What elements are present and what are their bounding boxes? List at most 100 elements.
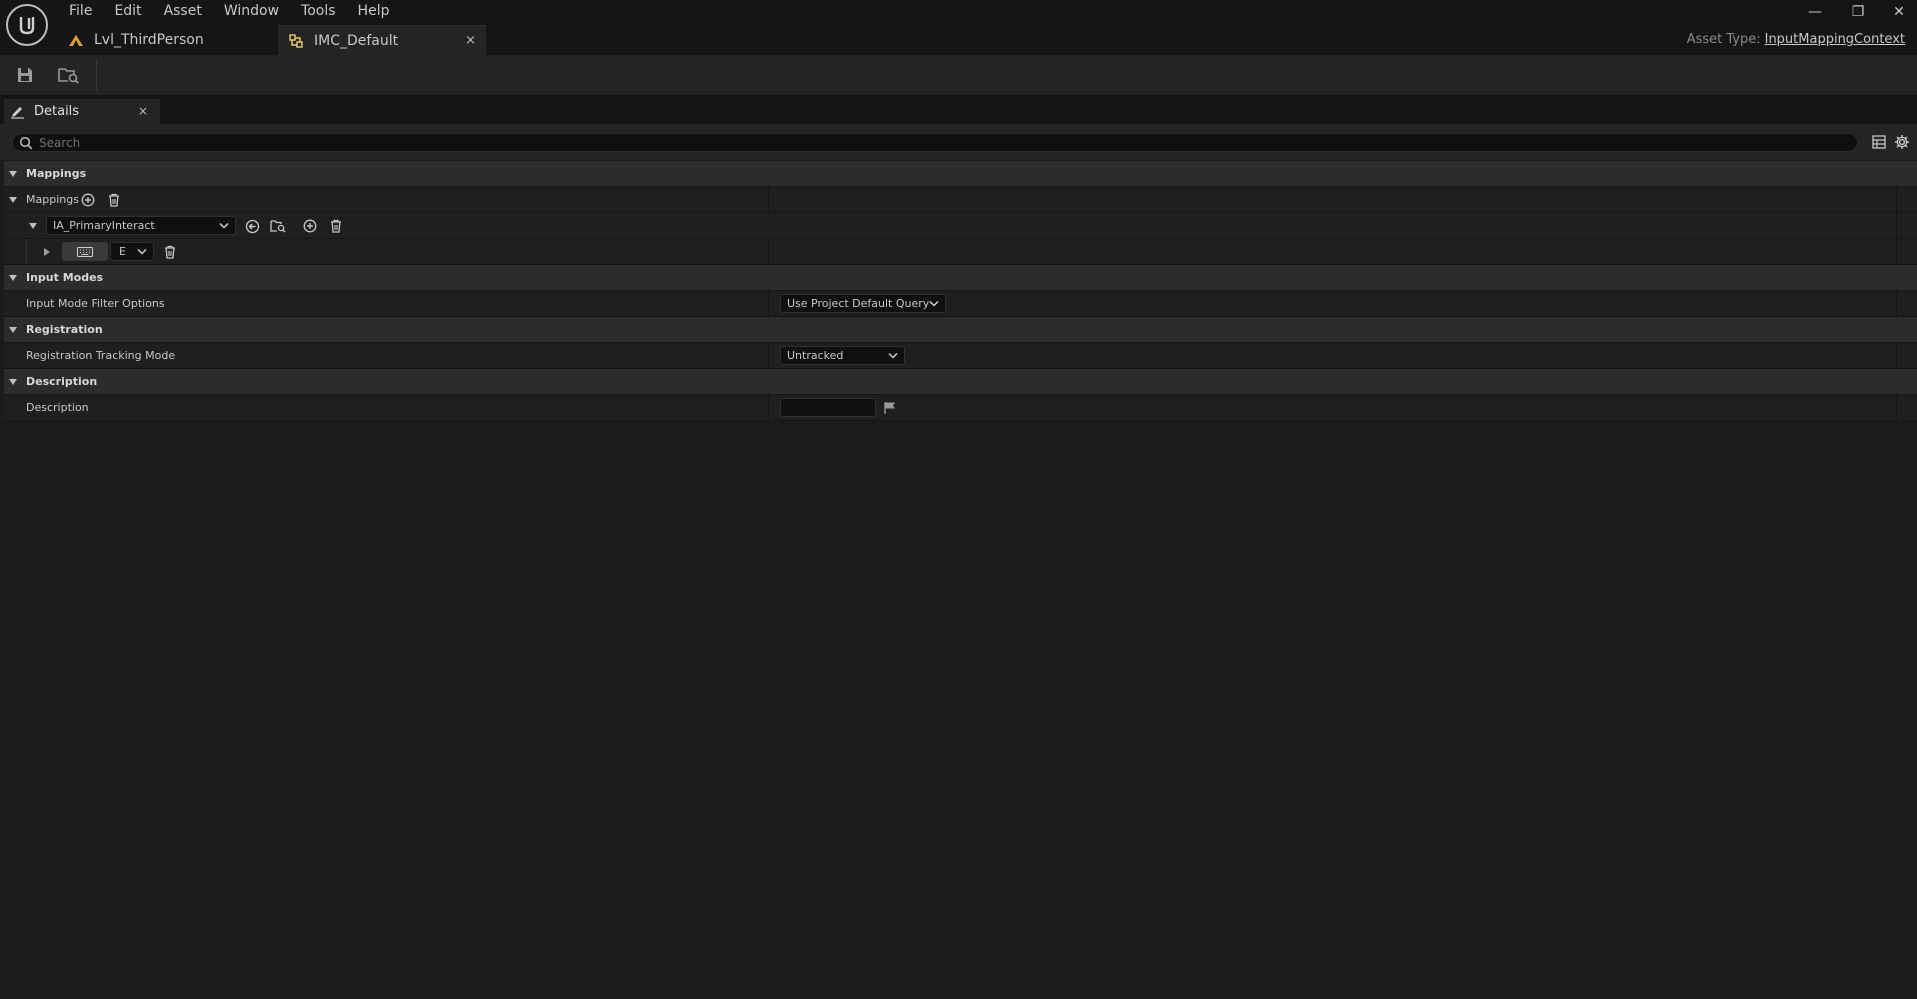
unreal-logo-icon[interactable] [6,4,48,46]
category-label: Input Modes [26,271,104,284]
property-registration-tracking-mode: Registration Tracking Mode Untracked [4,343,1917,369]
input-mode-filter-value: Use Project Default Query [787,297,930,310]
property-label: Mappings [26,193,79,206]
toolbar-separator [96,59,97,91]
column-splitter[interactable] [768,291,769,316]
clear-mappings-button[interactable] [106,192,122,208]
input-mode-filter-dropdown[interactable]: Use Project Default Query [780,294,946,313]
delete-mapping-button[interactable] [328,218,344,234]
category-description[interactable]: Description [4,369,1917,395]
menu-asset[interactable]: Asset [153,0,213,22]
chevron-down-icon [888,352,898,359]
category-registration[interactable]: Registration [4,317,1917,343]
row-edge [1896,395,1897,420]
settings-button[interactable] [1894,134,1910,150]
property-mappings: Mappings [4,187,1917,213]
add-icon [303,219,317,233]
property-description: Description [4,395,1917,421]
key-value: E [119,245,126,258]
chevron-down-icon [137,248,147,255]
chevron-down-icon[interactable] [8,325,18,335]
use-selected-icon [245,219,259,233]
column-splitter[interactable] [768,187,769,212]
tab-lvl-thirdperson[interactable]: Lvl_ThirdPerson [64,25,276,55]
menu-window[interactable]: Window [213,0,290,22]
title-bar: File Edit Asset Window Tools Help Lvl_Th… [0,0,1917,55]
add-icon [81,193,95,207]
tab-details[interactable]: Details × [4,99,160,124]
asset-type-label: Asset Type: [1686,32,1761,47]
details-search-row [0,124,1917,160]
property-input-mode-filter-options: Input Mode Filter Options Use Project De… [4,291,1917,317]
row-edge [1896,291,1897,316]
property-label: Input Mode Filter Options [26,297,165,310]
key-selector-button[interactable] [62,242,108,261]
chevron-down-icon[interactable] [8,195,18,205]
tab-label: IMC_Default [314,32,399,49]
close-window-button[interactable]: ✕ [1879,3,1917,21]
input-mapping-context-icon [284,33,308,49]
category-input-modes[interactable]: Input Modes [4,265,1917,291]
key-dropdown[interactable]: E [110,242,154,261]
property-label: Registration Tracking Mode [26,349,176,362]
menu-edit[interactable]: Edit [103,0,152,22]
column-splitter[interactable] [768,343,769,368]
browse-in-content-browser-icon [58,68,79,84]
add-key-button[interactable] [302,218,318,234]
restore-button[interactable]: ❐ [1838,3,1878,21]
column-splitter[interactable] [768,239,769,264]
details-property-list: Mappings Mappings IA_PrimaryInteract E I… [4,161,1917,421]
save-button[interactable] [13,64,37,86]
chevron-down-icon[interactable] [8,169,18,179]
chevron-down-icon[interactable] [8,377,18,387]
registration-tracking-value: Untracked [787,349,844,362]
property-label: Description [26,401,89,414]
use-selected-asset-button[interactable] [244,218,260,234]
category-mappings[interactable]: Mappings [4,161,1917,187]
flag-icon [884,401,895,414]
description-text-field[interactable] [780,398,876,417]
delete-key-button[interactable] [162,244,178,260]
asset-type: Asset Type: InputMappingContext [1687,32,1905,47]
table-view-icon [1872,135,1886,149]
panel-tab-strip: Details × [0,96,1917,124]
view-options-button[interactable] [1871,134,1887,150]
category-label: Registration [26,323,103,336]
trash-icon [165,245,175,259]
chevron-right-icon[interactable] [42,247,52,257]
minimize-button[interactable]: — [1795,3,1835,21]
row-edge [1896,343,1897,368]
menu-help[interactable]: Help [347,0,401,22]
tab-imc-default[interactable]: IMC_Default × [278,25,486,55]
browse-asset-button[interactable] [270,218,286,234]
gear-icon [1895,135,1909,149]
row-edge [1896,239,1897,264]
search-icon [19,136,33,150]
menu-bar: File Edit Asset Window Tools Help [58,0,400,22]
close-icon[interactable]: × [138,104,148,118]
chevron-down-icon [929,300,939,307]
asset-toolbar [0,55,1917,96]
add-mapping-button[interactable] [80,192,96,208]
mapping-element-key: E [4,239,1917,265]
input-action-value: IA_PrimaryInteract [53,219,155,232]
asset-type-link[interactable]: InputMappingContext [1765,32,1905,47]
row-edge [1896,187,1897,212]
browse-button[interactable] [57,64,81,86]
menu-tools[interactable]: Tools [290,0,347,22]
registration-tracking-dropdown[interactable]: Untracked [780,346,905,365]
chevron-down-icon[interactable] [28,221,38,231]
menu-file[interactable]: File [58,0,103,22]
keyboard-icon [77,246,93,257]
column-splitter[interactable] [768,395,769,420]
search-box [12,133,1858,152]
level-icon [64,33,88,47]
indent-guide [26,239,27,264]
close-icon[interactable]: × [465,33,476,48]
localization-button[interactable] [882,400,898,416]
chevron-down-icon[interactable] [8,273,18,283]
input-action-dropdown[interactable]: IA_PrimaryInteract [46,216,236,235]
pencil-icon [11,106,24,119]
search-input[interactable] [39,134,1839,151]
mapping-element-action: IA_PrimaryInteract [4,213,1917,239]
